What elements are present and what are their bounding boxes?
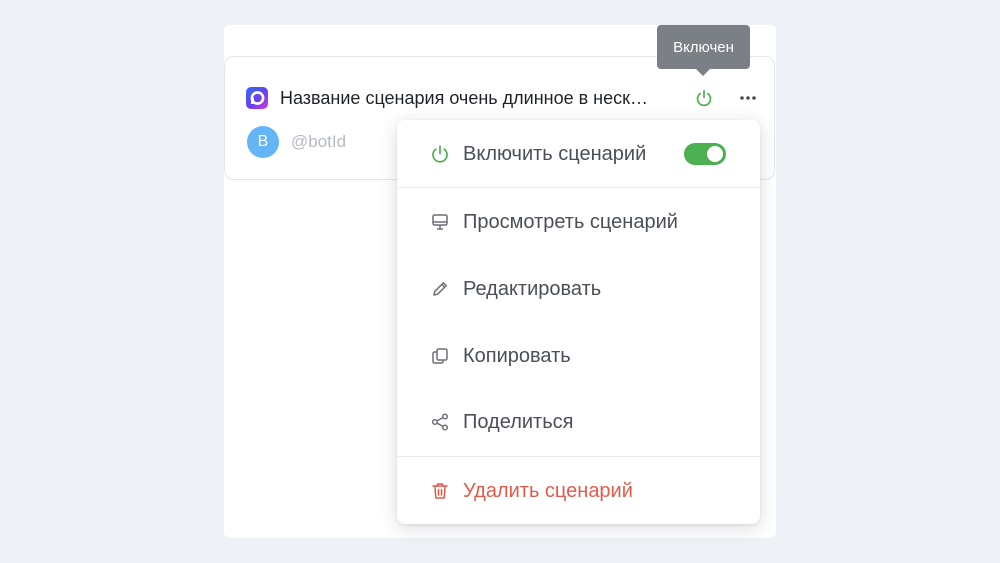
menu-item-label: Просмотреть сценарий bbox=[463, 210, 678, 233]
menu-item-label: Удалить сценарий bbox=[463, 479, 633, 502]
pencil-icon bbox=[429, 278, 451, 300]
scenario-app-logo-icon bbox=[246, 87, 268, 109]
ellipsis-icon bbox=[740, 96, 756, 100]
menu-item-delete[interactable]: Удалить сценарий bbox=[397, 466, 760, 516]
scenario-title: Название сценария очень длинное в неск… bbox=[280, 88, 648, 108]
power-icon bbox=[429, 143, 451, 165]
menu-item-enable[interactable]: Включить сценарий bbox=[397, 129, 760, 179]
menu-item-view[interactable]: Просмотреть сценарий bbox=[397, 197, 760, 247]
menu-item-label: Включить сценарий bbox=[463, 142, 647, 165]
menu-item-label: Копировать bbox=[463, 344, 571, 367]
copy-icon bbox=[429, 345, 451, 367]
share-icon bbox=[429, 411, 451, 433]
menu-item-share[interactable]: Поделиться bbox=[397, 397, 760, 447]
menu-item-label: Поделиться bbox=[463, 410, 574, 433]
enable-scenario-switch[interactable] bbox=[684, 143, 726, 165]
menu-item-label: Редактировать bbox=[463, 277, 602, 300]
menu-item-edit[interactable]: Редактировать bbox=[397, 264, 760, 314]
bot-id: @botId bbox=[291, 132, 347, 151]
monitor-icon bbox=[429, 211, 451, 233]
tooltip-text: Включен bbox=[673, 38, 734, 56]
menu-divider bbox=[397, 456, 760, 457]
power-icon bbox=[696, 89, 712, 107]
more-options-button[interactable] bbox=[736, 86, 760, 110]
trash-icon bbox=[429, 480, 451, 502]
status-tooltip: Включен bbox=[657, 25, 750, 76]
enable-toggle-button[interactable] bbox=[693, 86, 715, 110]
bot-avatar: B bbox=[247, 126, 279, 158]
switch-knob bbox=[707, 146, 723, 162]
scenario-context-menu: Включить сценарий Просмотреть сценарий Р… bbox=[397, 120, 760, 524]
menu-divider bbox=[397, 187, 760, 188]
menu-item-copy[interactable]: Копировать bbox=[397, 331, 760, 381]
